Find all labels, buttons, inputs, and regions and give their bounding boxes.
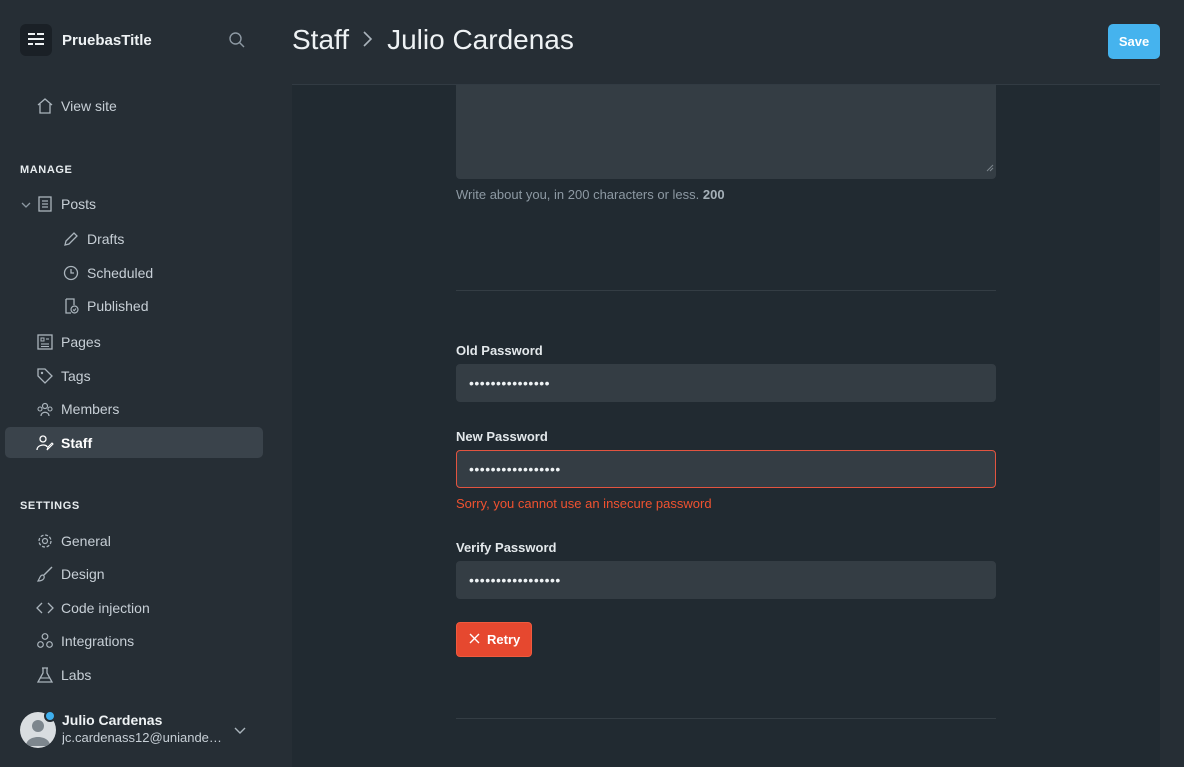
brush-icon [36,565,54,583]
bio-help-text: Write about you, in 200 characters or le… [456,187,725,202]
sidebar-item-labs[interactable]: Labs [5,659,263,690]
brand[interactable]: PruebasTitle [20,24,152,56]
breadcrumb: Staff Julio Cardenas [292,24,574,56]
divider [456,290,996,291]
close-icon [469,632,480,647]
bio-char-count: 200 [702,187,725,202]
sidebar-item-tags[interactable]: Tags [5,360,263,391]
verify-password-field[interactable]: ••••••••••••••••• [456,561,996,599]
home-icon [36,97,54,115]
new-password-error: Sorry, you cannot use an insecure passwo… [456,496,712,511]
settings-section-label: SETTINGS [20,500,80,512]
sidebar-item-published[interactable]: Published [5,290,263,321]
pages-icon [36,333,54,351]
sidebar-item-label: Tags [61,367,91,384]
sidebar: PruebasTitle View site MANAGE Posts Draf… [0,0,268,767]
flask-icon [36,666,54,684]
sidebar-item-posts[interactable]: Posts [5,188,263,219]
tag-icon [36,367,54,385]
user-menu[interactable]: Julio Cardenas jc.cardenass12@uniandes.e… [20,710,260,750]
sidebar-item-label: Staff [61,434,93,451]
sidebar-item-label: General [61,532,111,549]
sidebar-item-drafts[interactable]: Drafts [5,223,263,254]
page-header: Staff Julio Cardenas Save [268,0,1184,84]
page-title: Julio Cardenas [387,24,574,55]
code-icon [36,599,54,617]
members-icon [36,400,54,418]
published-icon [62,297,80,315]
main-content: Staff Julio Cardenas Save Write about yo… [268,0,1184,767]
sidebar-item-code-injection[interactable]: Code injection [5,592,263,623]
integrations-icon [36,632,54,650]
user-email: jc.cardenass12@uniandes.edu.co [62,730,226,745]
old-password-label: Old Password [456,343,543,358]
brand-title: PruebasTitle [62,31,152,49]
posts-icon [36,195,54,213]
sidebar-item-label: Members [61,400,120,417]
save-button[interactable]: Save [1108,24,1160,59]
manage-section-label: MANAGE [20,164,73,176]
staff-form-panel: Write about you, in 200 characters or le… [292,85,1160,767]
new-password-label: New Password [456,429,548,444]
sidebar-item-label: Published [87,297,149,314]
bio-help-label: Write about you, in 200 characters or le… [456,187,700,202]
pencil-icon [62,230,80,248]
gear-icon [36,532,54,550]
staff-icon [36,434,54,452]
sidebar-item-label: Drafts [87,230,125,247]
old-password-field[interactable]: ••••••••••••••• [456,364,996,402]
user-name: Julio Cardenas [62,712,163,728]
sidebar-item-integrations[interactable]: Integrations [5,625,263,656]
sidebar-item-label: Code injection [61,599,150,616]
search-icon[interactable] [228,31,246,54]
sidebar-item-label: Labs [61,666,92,683]
verify-password-label: Verify Password [456,540,557,555]
sidebar-item-label: Pages [61,333,101,350]
sidebar-item-scheduled[interactable]: Scheduled [5,257,263,288]
sidebar-item-view-site[interactable]: View site [5,90,263,121]
sidebar-item-label: Design [61,565,105,582]
retry-label: Retry [487,632,521,647]
sidebar-item-pages[interactable]: Pages [5,326,263,357]
breadcrumb-parent[interactable]: Staff [292,24,349,56]
clock-icon [62,264,80,282]
sidebar-item-label: Scheduled [87,264,154,281]
brand-logo-icon [20,24,52,56]
bio-textarea[interactable] [456,85,996,179]
sidebar-item-general[interactable]: General [5,525,263,556]
status-dot [44,710,56,722]
new-password-field[interactable]: ••••••••••••••••• [456,450,996,488]
chevron-right-icon [361,24,375,56]
divider [456,718,996,719]
chevron-down-icon[interactable] [233,723,247,742]
sidebar-item-label: View site [61,97,117,114]
sidebar-item-label: Posts [61,195,97,212]
sidebar-item-members[interactable]: Members [5,393,263,424]
sidebar-item-design[interactable]: Design [5,558,263,589]
retry-button[interactable]: Retry [456,622,532,657]
resize-handle-icon[interactable] [986,159,994,177]
sidebar-item-label: Integrations [61,632,135,649]
sidebar-item-staff[interactable]: Staff [5,427,263,458]
